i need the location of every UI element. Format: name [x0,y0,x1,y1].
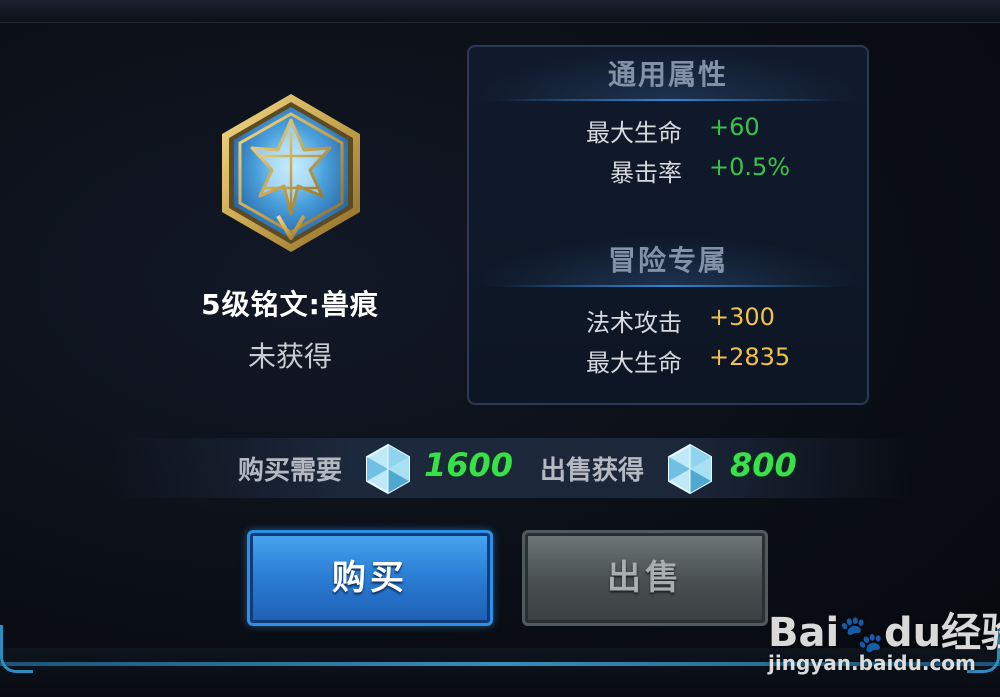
top-frame [0,0,1000,23]
watermark-logo-suffix: 经验 [941,610,1000,656]
rune-status: 未获得 [247,340,332,373]
stat-row: 暴击率 +0.5% [469,153,867,189]
rune-emblem-icon [222,94,360,252]
attributes-panel: 通用属性 最大生命 +60 暴击率 +0.5% 冒险专属 法术攻击 +300 最… [467,45,869,405]
buy-cost-label: 购买需要 [238,456,343,486]
crystal-gem-icon [366,443,410,495]
watermark-logo-mid: du [884,610,942,656]
sell-button[interactable]: 出售 [522,530,768,626]
stat-value: +300 [709,303,775,331]
stat-value: +0.5% [709,153,791,181]
adventure-attributes-heading: 冒险专属 [469,235,867,287]
watermark-logo-text: Bai [768,610,840,656]
paw-icon: 🐾 [839,614,885,655]
crystal-gem-icon [668,443,712,495]
stat-row: 最大生命 +2835 [469,343,867,379]
general-attributes-heading: 通用属性 [469,49,867,101]
buy-cost-value: 1600 [424,446,514,484]
baidu-watermark-logo: Bai🐾du经验 [768,600,1000,658]
rune-detail-screen: 5级铭文:兽痕 未获得 通用属性 最大生命 +60 暴击率 +0.5% 冒险专属… [0,0,1000,697]
stat-label: 最大生命 [586,349,682,377]
stat-value: +60 [709,113,760,141]
rune-title: 5级铭文:兽痕 [201,288,379,321]
stat-label: 暴击率 [610,159,682,187]
stat-value: +2835 [709,343,791,371]
sell-gain-label: 出售获得 [540,456,645,486]
frame-corner-left [0,625,33,673]
watermark-url: jingyan.baidu.com [768,651,976,675]
sell-gain-value: 800 [730,446,797,484]
stat-row: 法术攻击 +300 [469,303,867,339]
stat-row: 最大生命 +60 [469,113,867,149]
stat-label: 法术攻击 [586,309,682,337]
stat-label: 最大生命 [586,119,682,147]
buy-button[interactable]: 购买 [247,530,493,626]
